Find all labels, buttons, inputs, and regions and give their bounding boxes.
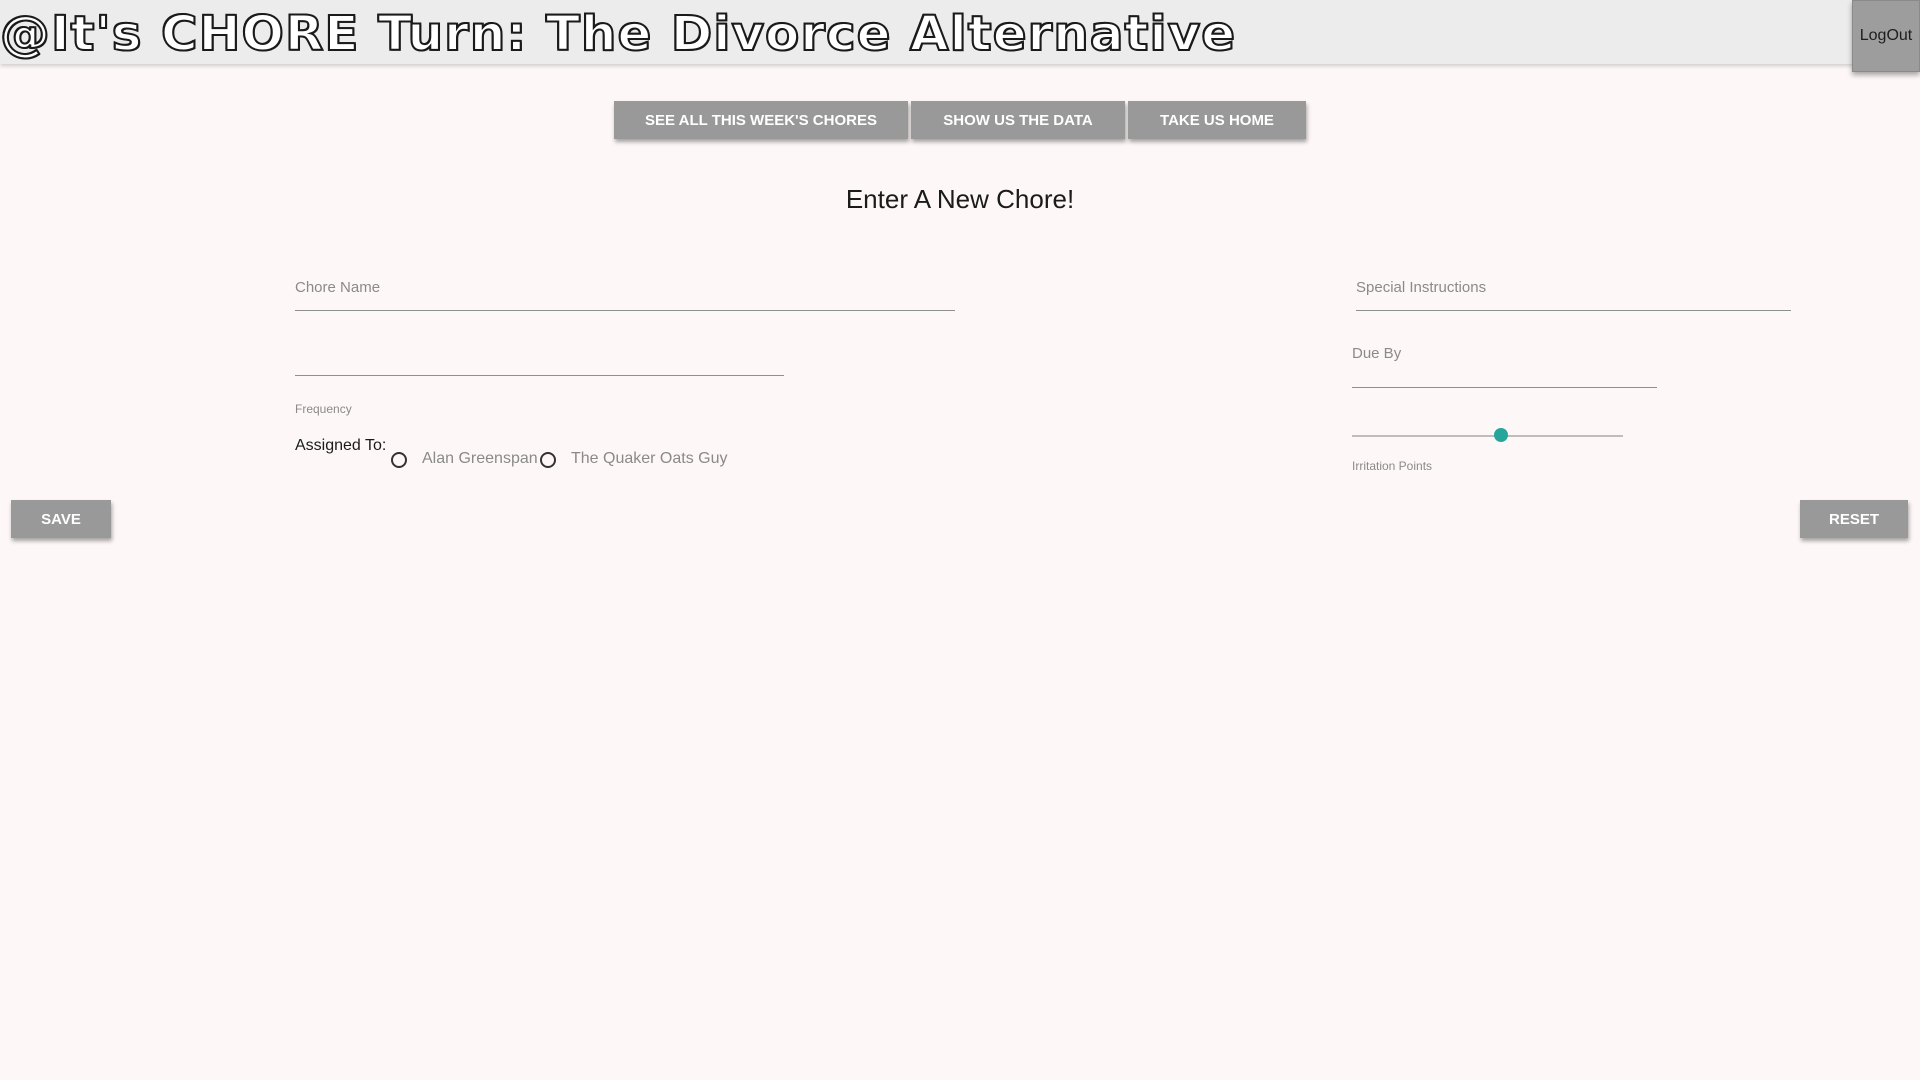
main-nav: SEE ALL THIS WEEK'S CHORES SHOW US THE D… — [614, 101, 1306, 139]
frequency-label: Frequency — [295, 402, 352, 416]
special-instructions-input[interactable] — [1356, 310, 1791, 311]
frequency-input[interactable] — [295, 375, 784, 376]
due-by-placeholder: Due By — [1352, 345, 1402, 362]
chore-name-input[interactable] — [295, 310, 955, 311]
irritation-slider-track[interactable] — [1352, 435, 1623, 437]
irritation-points-label: Irritation Points — [1352, 459, 1433, 473]
assignee-label-quaker-oats-guy[interactable]: The Quaker Oats Guy — [571, 450, 728, 468]
app-root: @It's CHORE Turn: The Divorce Alternativ… — [0, 0, 1920, 1080]
show-data-button[interactable]: SHOW US THE DATA — [911, 101, 1125, 139]
assigned-to-label: Assigned To: — [295, 437, 387, 454]
see-all-chores-button[interactable]: SEE ALL THIS WEEK'S CHORES — [614, 101, 908, 139]
form-title: Enter A New Chore! — [845, 184, 1075, 214]
due-by-input[interactable] — [1352, 387, 1657, 388]
save-button[interactable]: SAVE — [11, 500, 111, 538]
app-title: @It's CHORE Turn: The Divorce Alternativ… — [0, 5, 1237, 63]
assignee-radio-alan-greenspan[interactable] — [391, 452, 407, 468]
reset-button[interactable]: RESET — [1800, 500, 1908, 538]
assignee-label-alan-greenspan[interactable]: Alan Greenspan — [422, 450, 538, 468]
special-instructions-placeholder: Special Instructions — [1356, 279, 1487, 296]
app-header: @It's CHORE Turn: The Divorce Alternativ… — [0, 0, 1920, 72]
logout-button[interactable]: LogOut — [1852, 0, 1920, 72]
irritation-slider-thumb[interactable] — [1494, 428, 1509, 442]
chore-name-placeholder: Chore Name — [295, 279, 381, 296]
take-us-home-button[interactable]: TAKE US HOME — [1128, 101, 1306, 139]
assignee-radio-quaker-oats-guy[interactable] — [540, 452, 556, 468]
